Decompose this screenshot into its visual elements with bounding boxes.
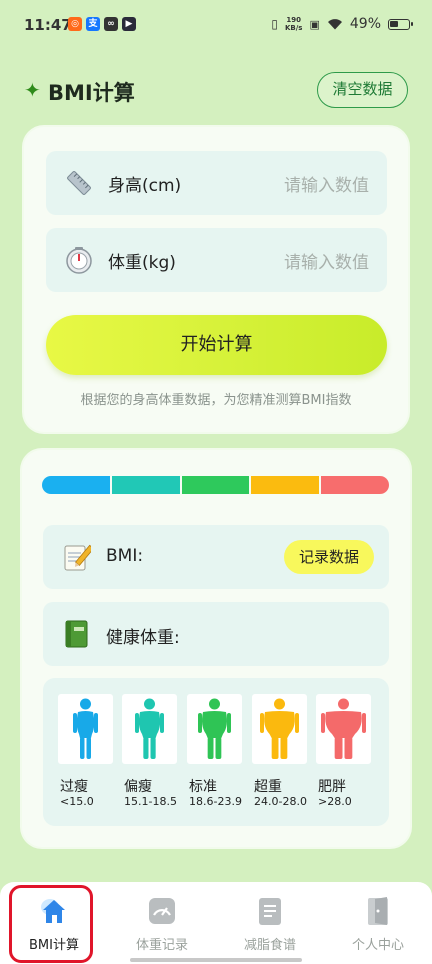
nav-label: 减脂食谱 bbox=[243, 938, 296, 953]
body-figure-card bbox=[187, 694, 242, 764]
bmi-category-name: 肥胖 bbox=[318, 779, 346, 795]
height-input[interactable]: 请输入数值 bbox=[284, 171, 369, 196]
document-icon bbox=[259, 898, 281, 925]
gauge-icon bbox=[149, 898, 175, 924]
weight-label: 体重(kg) bbox=[108, 253, 176, 273]
calculation-hint: 根据您的身高体重数据，为您精准测算BMI指数 bbox=[80, 393, 352, 408]
bottom-nav: BMI计算 体重记录 减脂食谱 个人中心 bbox=[0, 882, 432, 964]
door-icon bbox=[368, 897, 388, 925]
bmi-category-range: 18.6-23.9 bbox=[189, 795, 242, 808]
sparkle-icon: ✦ bbox=[24, 78, 41, 102]
start-calculate-button[interactable]: 开始计算 bbox=[46, 315, 387, 375]
scale-segment bbox=[42, 476, 110, 494]
home-indicator bbox=[130, 958, 302, 962]
bmi-category-name: 偏瘦 bbox=[124, 779, 152, 795]
bmi-category-panel: 过瘦 <15.0 偏瘦 15.1-18.5 标准 18.6-23.9 超重 24.0-28.0… bbox=[43, 678, 389, 826]
nav-tab-bmi-calc[interactable]: BMI计算 bbox=[0, 882, 108, 964]
green-book-icon bbox=[65, 620, 88, 648]
bmi-category-range: >28.0 bbox=[318, 795, 352, 808]
weight-input[interactable]: 请输入数值 bbox=[284, 248, 369, 273]
nav-label: 体重记录 bbox=[135, 938, 188, 953]
bmi-category-range: 15.1-18.5 bbox=[124, 795, 177, 808]
clear-data-button[interactable]: 清空数据 bbox=[317, 72, 408, 108]
home-icon bbox=[41, 899, 65, 923]
record-data-button[interactable]: 记录数据 bbox=[284, 540, 374, 574]
result-card: BMI: 记录数据 健康体重: 过瘦 <15.0 偏瘦 15.1-18.5 标准 18.6… bbox=[22, 450, 410, 847]
sim-icon: ▣ bbox=[309, 17, 320, 31]
page-title: BMI计算 bbox=[48, 81, 135, 105]
status-right: ▯ 190 KB/s ▣ 49% bbox=[271, 16, 413, 32]
app-notification-icon: 支 bbox=[86, 17, 100, 31]
body-figure-card bbox=[122, 694, 177, 764]
body-figure-card bbox=[58, 694, 113, 764]
status-time: 11:47 bbox=[24, 16, 72, 34]
input-card: 身高(cm) 请输入数值 体重(kg) 请输入数值 开始计算 根据您的身高体重数… bbox=[24, 127, 408, 432]
body-figure-icon bbox=[321, 698, 366, 759]
scale-segment bbox=[321, 476, 389, 494]
scale-segment bbox=[111, 476, 180, 494]
ruler-icon bbox=[67, 171, 91, 195]
weight-input-row[interactable]: 体重(kg) 请输入数值 bbox=[46, 228, 387, 292]
bmi-category-range: <15.0 bbox=[60, 795, 94, 808]
wifi-icon bbox=[327, 19, 342, 30]
bmi-category-name: 标准 bbox=[189, 779, 217, 795]
bmi-label: BMI: bbox=[106, 546, 144, 566]
body-figure-icon bbox=[135, 698, 164, 759]
status-bar: 11:47 ◎ 支 ∞ ▶ ▯ 190 KB/s ▣ 49% bbox=[0, 0, 432, 52]
height-label: 身高(cm) bbox=[108, 176, 182, 196]
net-speed: 190 KB/s bbox=[285, 16, 302, 32]
nav-label: BMI计算 bbox=[29, 938, 79, 953]
notepad-pencil-icon bbox=[64, 544, 91, 571]
scale-segment bbox=[181, 476, 250, 494]
notification-icons: ◎ 支 ∞ ▶ bbox=[68, 17, 136, 31]
body-figure-card bbox=[252, 694, 307, 764]
scale-icon bbox=[66, 247, 92, 274]
healthy-weight-label: 健康体重: bbox=[106, 628, 180, 648]
vibrate-icon: ▯ bbox=[271, 17, 278, 31]
bmi-category-range: 24.0-28.0 bbox=[254, 795, 307, 808]
body-figure-icon bbox=[198, 698, 231, 759]
app-notification-icon: ∞ bbox=[104, 17, 118, 31]
battery-percent: 49% bbox=[349, 16, 381, 32]
nav-tab-personal-center[interactable]: 个人中心 bbox=[324, 882, 432, 964]
nav-tab-weight-record[interactable]: 体重记录 bbox=[108, 882, 216, 964]
app-notification-icon: ◎ bbox=[68, 17, 82, 31]
net-speed-unit: KB/s bbox=[284, 24, 303, 32]
healthy-weight-row: 健康体重: bbox=[43, 602, 389, 666]
body-figure-icon bbox=[73, 698, 98, 759]
height-input-row[interactable]: 身高(cm) 请输入数值 bbox=[46, 151, 387, 215]
body-figure-icon bbox=[260, 698, 299, 759]
scale-segment bbox=[251, 476, 320, 494]
body-figure-card bbox=[316, 694, 371, 764]
bmi-category-name: 超重 bbox=[254, 779, 282, 795]
bmi-category-name: 过瘦 bbox=[60, 779, 88, 795]
bmi-result-row: BMI: 记录数据 bbox=[43, 525, 389, 589]
app-notification-icon: ▶ bbox=[122, 17, 136, 31]
nav-label: 个人中心 bbox=[351, 938, 404, 953]
net-speed-value: 190 bbox=[286, 16, 302, 24]
nav-tab-fat-loss-recipe[interactable]: 减脂食谱 bbox=[216, 882, 324, 964]
bmi-color-scale bbox=[42, 476, 389, 494]
battery-icon bbox=[388, 18, 413, 30]
